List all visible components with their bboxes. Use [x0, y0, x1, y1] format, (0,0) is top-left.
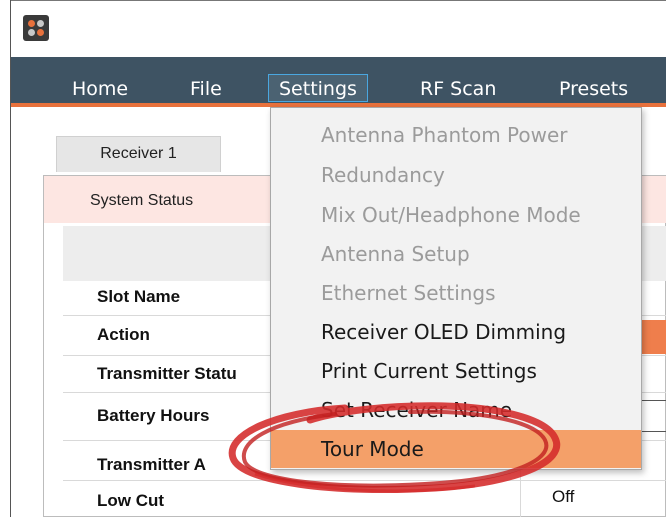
battery-hours-field[interactable] — [640, 400, 666, 432]
menu-item-tour-mode[interactable]: Tour Mode — [271, 430, 641, 468]
system-status-label: System Status — [90, 192, 194, 209]
menu-bar: Home File Settings RF Scan Presets — [11, 57, 666, 107]
menu-rf-scan[interactable]: RF Scan — [420, 75, 496, 103]
menu-item-ethernet-settings[interactable]: Ethernet Settings — [271, 274, 641, 312]
menu-file[interactable]: File — [190, 75, 222, 103]
row-label-slot-name: Slot Name — [97, 287, 181, 306]
action-button[interactable] — [640, 320, 666, 354]
menu-item-mix-out-headphone-mode[interactable]: Mix Out/Headphone Mode — [271, 196, 641, 234]
row-label-low-cut: Low Cut — [97, 491, 165, 510]
tab-receiver-1[interactable]: Receiver 1 — [56, 136, 221, 172]
app-logo-icon — [23, 15, 49, 41]
menu-item-set-receiver-name[interactable]: Set Receiver Name — [271, 391, 641, 429]
menu-item-print-current-settings[interactable]: Print Current Settings — [271, 352, 641, 390]
menu-item-antenna-setup[interactable]: Antenna Setup — [271, 235, 641, 273]
low-cut-value: Off — [552, 487, 575, 506]
row-label-battery-hours: Battery Hours — [97, 406, 210, 425]
menu-presets[interactable]: Presets — [559, 75, 628, 103]
menu-item-receiver-oled-dimming[interactable]: Receiver OLED Dimming — [271, 313, 641, 351]
menu-item-redundancy[interactable]: Redundancy — [271, 156, 641, 194]
row-label-transmitter-a: Transmitter A — [97, 455, 206, 474]
menu-settings[interactable]: Settings — [268, 74, 368, 102]
settings-dropdown-menu: Antenna Phantom Power Redundancy Mix Out… — [270, 107, 642, 470]
column-divider — [520, 470, 521, 517]
row-label-transmitter-status: Transmitter Statu — [97, 364, 237, 383]
title-bar — [11, 0, 666, 57]
row-divider — [63, 480, 666, 481]
row-label-action: Action — [97, 325, 150, 344]
menu-item-antenna-phantom-power[interactable]: Antenna Phantom Power — [271, 116, 641, 154]
menu-home[interactable]: Home — [72, 75, 128, 103]
